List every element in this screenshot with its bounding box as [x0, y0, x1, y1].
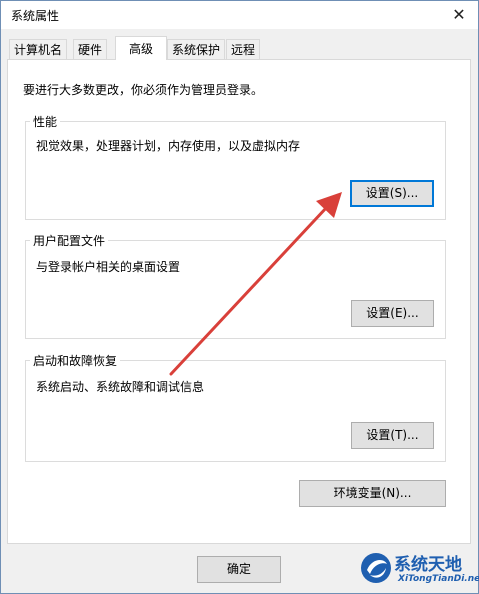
ok-button[interactable]: 确定: [197, 556, 281, 583]
tab-computer-name[interactable]: 计算机名: [9, 39, 68, 59]
watermark-logo-icon: [361, 553, 391, 583]
window-title: 系统属性: [11, 9, 60, 23]
startup-recovery-title: 启动和故障恢复: [30, 352, 121, 369]
performance-desc: 视觉效果，处理器计划，内存使用，以及虚拟内存: [36, 139, 301, 153]
environment-variables-button[interactable]: 环境变量(N)...: [299, 480, 446, 507]
watermark-name-cn: 系统天地: [394, 555, 462, 575]
tab-system-protection[interactable]: 系统保护: [167, 39, 226, 59]
close-icon[interactable]: ✕: [448, 4, 470, 26]
watermark-logo: 系统天地 XiTongTianDi.net: [358, 548, 479, 592]
admin-notice: 要进行大多数更改，你必须作为管理员登录。: [23, 83, 264, 97]
user-profiles-settings-button[interactable]: 设置(E)...: [351, 300, 434, 327]
startup-recovery-settings-button[interactable]: 设置(T)...: [351, 422, 434, 449]
startup-recovery-desc: 系统启动、系统故障和调试信息: [36, 380, 205, 394]
performance-settings-button[interactable]: 设置(S)...: [350, 180, 434, 207]
watermark-name-en: XiTongTianDi.net: [398, 574, 479, 584]
user-profiles-desc: 与登录帐户相关的桌面设置: [36, 260, 181, 274]
performance-title: 性能: [30, 113, 61, 130]
title-bar[interactable]: 系统属性 ✕: [1, 1, 478, 29]
user-profiles-title: 用户配置文件: [30, 232, 109, 249]
tab-remote[interactable]: 远程: [226, 39, 261, 59]
tab-hardware[interactable]: 硬件: [73, 39, 108, 59]
tab-advanced[interactable]: 高级: [115, 36, 167, 60]
